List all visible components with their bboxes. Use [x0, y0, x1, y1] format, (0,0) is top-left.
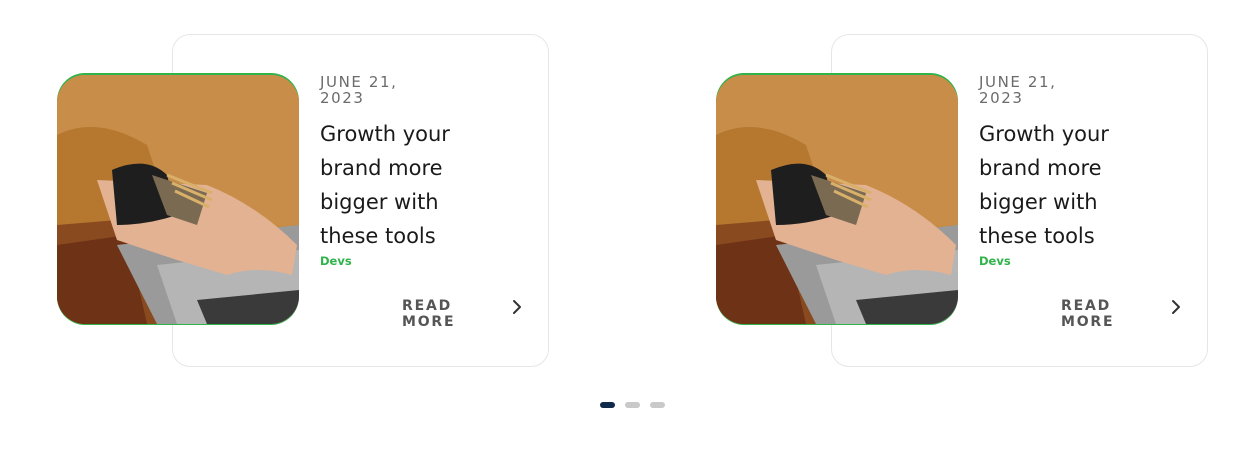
- post-title[interactable]: Growth your brand more bigger with these…: [320, 117, 480, 253]
- post-category-tag[interactable]: Devs: [320, 254, 520, 268]
- read-more-link[interactable]: READ MORE: [1061, 298, 1141, 330]
- pagination-dot[interactable]: [600, 402, 615, 408]
- pagination-dot[interactable]: [650, 402, 665, 408]
- post-date: JUNE 21, 2023: [979, 73, 1057, 107]
- pagination-dot[interactable]: [625, 402, 640, 408]
- chevron-right-icon[interactable]: [506, 296, 528, 318]
- post-image[interactable]: [57, 75, 299, 324]
- post-image[interactable]: [716, 75, 958, 324]
- post-category-tag[interactable]: Devs: [979, 254, 1179, 268]
- post-text: JUNE 21, 2023 Growth your brand more big…: [320, 74, 520, 268]
- read-more-link[interactable]: READ MORE: [402, 298, 482, 330]
- chevron-right-icon[interactable]: [1165, 296, 1187, 318]
- post-title[interactable]: Growth your brand more bigger with these…: [979, 117, 1139, 253]
- post-text: JUNE 21, 2023 Growth your brand more big…: [979, 74, 1179, 268]
- post-date: JUNE 21, 2023: [320, 73, 398, 107]
